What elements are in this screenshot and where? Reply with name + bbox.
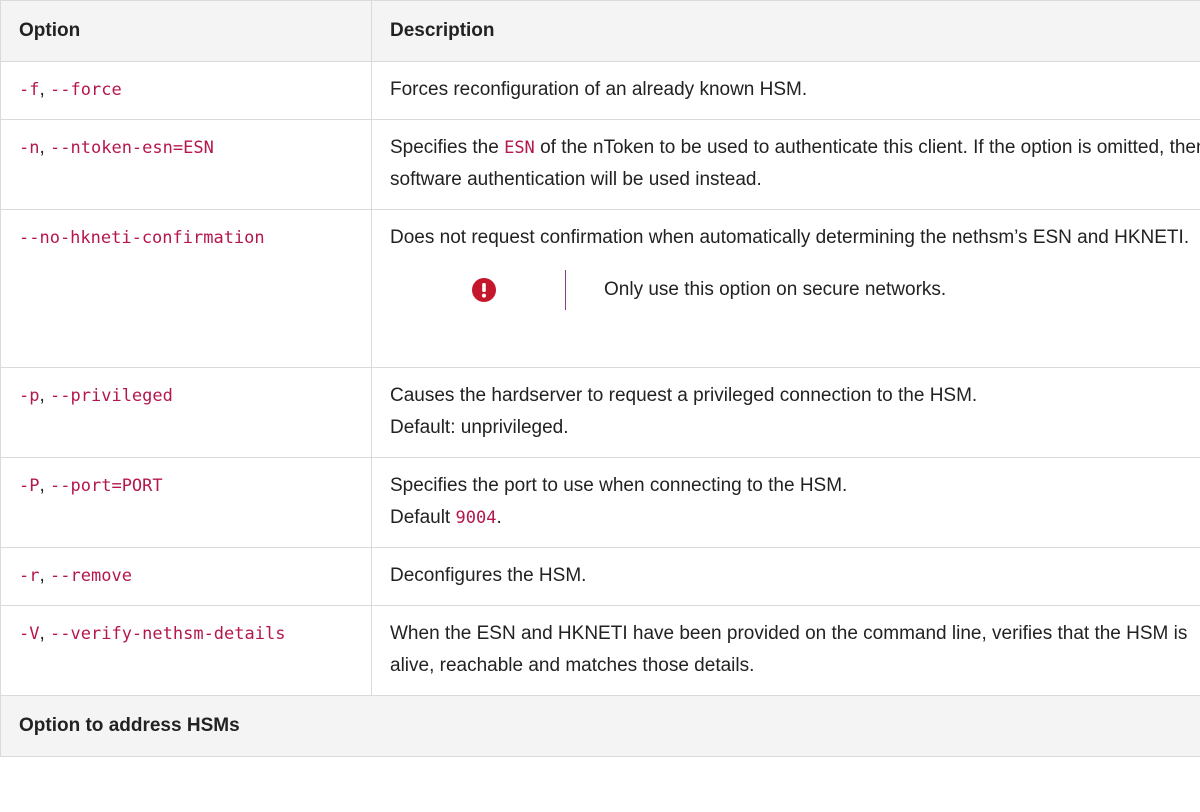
default-port-code: 9004: [455, 508, 497, 528]
option-short: -P: [19, 476, 40, 496]
description-text: Specifies the port to use when connectin…: [390, 475, 848, 496]
table-row: -n, --ntoken-esn=ESN Specifies the ESN o…: [0, 119, 1200, 210]
option-long: --force: [50, 80, 122, 100]
warning-admonition: Only use this option on secure networks.: [390, 268, 1200, 312]
option-separator: ,: [39, 79, 51, 100]
option-short: -p: [19, 386, 40, 406]
option-cell: -V, --verify-nethsm-details: [0, 605, 372, 696]
option-cell: -P, --port=PORT: [0, 457, 372, 548]
default-period: .: [496, 507, 502, 528]
option-separator: ,: [39, 623, 51, 644]
table-header-row: Option Description: [0, 0, 1200, 62]
description-text: Does not request confirmation when autom…: [390, 227, 1190, 248]
warning-text: Only use this option on secure networks.: [604, 279, 947, 300]
description-text: Causes the hardserver to request a privi…: [390, 385, 978, 406]
option-long: --no-hkneti-confirmation: [19, 228, 265, 248]
description-cell: Deconfigures the HSM.: [371, 547, 1200, 606]
description-default: Default 9004.: [390, 502, 1200, 534]
option-long: --remove: [50, 566, 132, 586]
options-table: Option Description -f, --force Forces re…: [0, 0, 1200, 757]
option-long: --port=PORT: [50, 476, 163, 496]
option-long: --privileged: [50, 386, 173, 406]
admonition-divider: [565, 270, 566, 310]
exclamation-circle-icon: [461, 278, 507, 302]
table-row: -V, --verify-nethsm-details When the ESN…: [0, 605, 1200, 696]
description-cell: Causes the hardserver to request a privi…: [371, 367, 1200, 458]
section-header-row: Option to address HSMs: [0, 695, 1200, 757]
option-cell: -r, --remove: [0, 547, 372, 606]
esn-code: ESN: [504, 138, 535, 158]
table-row: -f, --force Forces reconfiguration of an…: [0, 61, 1200, 120]
option-separator: ,: [39, 385, 51, 406]
option-separator: ,: [39, 475, 51, 496]
option-short: -f: [19, 80, 40, 100]
option-long: --verify-nethsm-details: [50, 624, 286, 644]
description-text: Specifies the: [390, 137, 505, 158]
option-separator: ,: [39, 565, 51, 586]
option-short: -n: [19, 138, 40, 158]
table-row: --no-hkneti-confirmation Does not reques…: [0, 209, 1200, 368]
option-separator: ,: [39, 137, 51, 158]
table-row: -p, --privileged Causes the hardserver t…: [0, 367, 1200, 458]
option-long: --ntoken-esn=ESN: [50, 138, 214, 158]
description-default: Default: unprivileged.: [390, 417, 569, 438]
option-cell: -p, --privileged: [0, 367, 372, 458]
column-header-option: Option: [0, 0, 372, 62]
table-row: -r, --remove Deconfigures the HSM.: [0, 547, 1200, 606]
description-cell: Does not request confirmation when autom…: [371, 209, 1200, 368]
description-cell: Forces reconfiguration of an already kno…: [371, 61, 1200, 120]
description-cell: Specifies the ESN of the nToken to be us…: [371, 119, 1200, 210]
option-cell: -f, --force: [0, 61, 372, 120]
default-label: Default: [390, 507, 456, 528]
option-cell: --no-hkneti-confirmation: [0, 209, 372, 368]
description-cell: Specifies the port to use when connectin…: [371, 457, 1200, 548]
table-row: -P, --port=PORT Specifies the port to us…: [0, 457, 1200, 548]
option-short: -V: [19, 624, 40, 644]
option-cell: -n, --ntoken-esn=ESN: [0, 119, 372, 210]
section-title: Option to address HSMs: [0, 695, 1200, 757]
description-cell: When the ESN and HKNETI have been provid…: [371, 605, 1200, 696]
column-header-description: Description: [371, 0, 1200, 62]
option-short: -r: [19, 566, 40, 586]
